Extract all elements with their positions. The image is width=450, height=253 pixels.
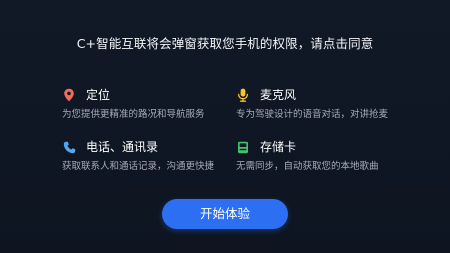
start-experience-button[interactable]: 开始体验: [162, 199, 288, 229]
permission-location: 定位 为您提供更精准的路况和导航服务: [62, 87, 252, 121]
permission-title: C+智能互联将会弹窗获取您手机的权限，请点击同意: [76, 36, 374, 51]
permission-phone-header: 电话、通讯录: [62, 139, 252, 155]
permission-location-name: 定位: [86, 88, 111, 102]
permission-phone-name: 电话、通讯录: [86, 140, 159, 154]
phone-icon: [62, 140, 76, 154]
permission-storage-name: 存储卡: [260, 140, 297, 154]
permission-storage-description: 无需同步，自动获取您的本地歌曲: [236, 161, 379, 172]
permission-microphone-header: 麦克风: [236, 87, 426, 103]
location-pin-icon: [62, 88, 76, 102]
permission-storage: 存储卡 无需同步，自动获取您的本地歌曲: [236, 139, 426, 173]
storage-card-icon: [236, 140, 250, 154]
permission-screen: C+智能互联将会弹窗获取您手机的权限，请点击同意 定位 为您提供更精准的路况和导…: [0, 0, 450, 253]
permission-location-description: 为您提供更精准的路况和导航服务: [62, 109, 205, 120]
permission-phone-contacts: 电话、通讯录 获取联系人和通话记录，沟通更快捷: [62, 139, 252, 173]
permission-microphone-name: 麦克风: [260, 88, 297, 102]
permission-location-header: 定位: [62, 87, 252, 103]
permission-phone-description: 获取联系人和通话记录，沟通更快捷: [62, 161, 215, 172]
permission-microphone: 麦克风 专为驾驶设计的语音对话，对讲抢麦: [236, 87, 426, 121]
microphone-icon: [236, 88, 250, 102]
permission-storage-header: 存储卡: [236, 139, 426, 155]
permission-microphone-description: 专为驾驶设计的语音对话，对讲抢麦: [236, 109, 389, 120]
